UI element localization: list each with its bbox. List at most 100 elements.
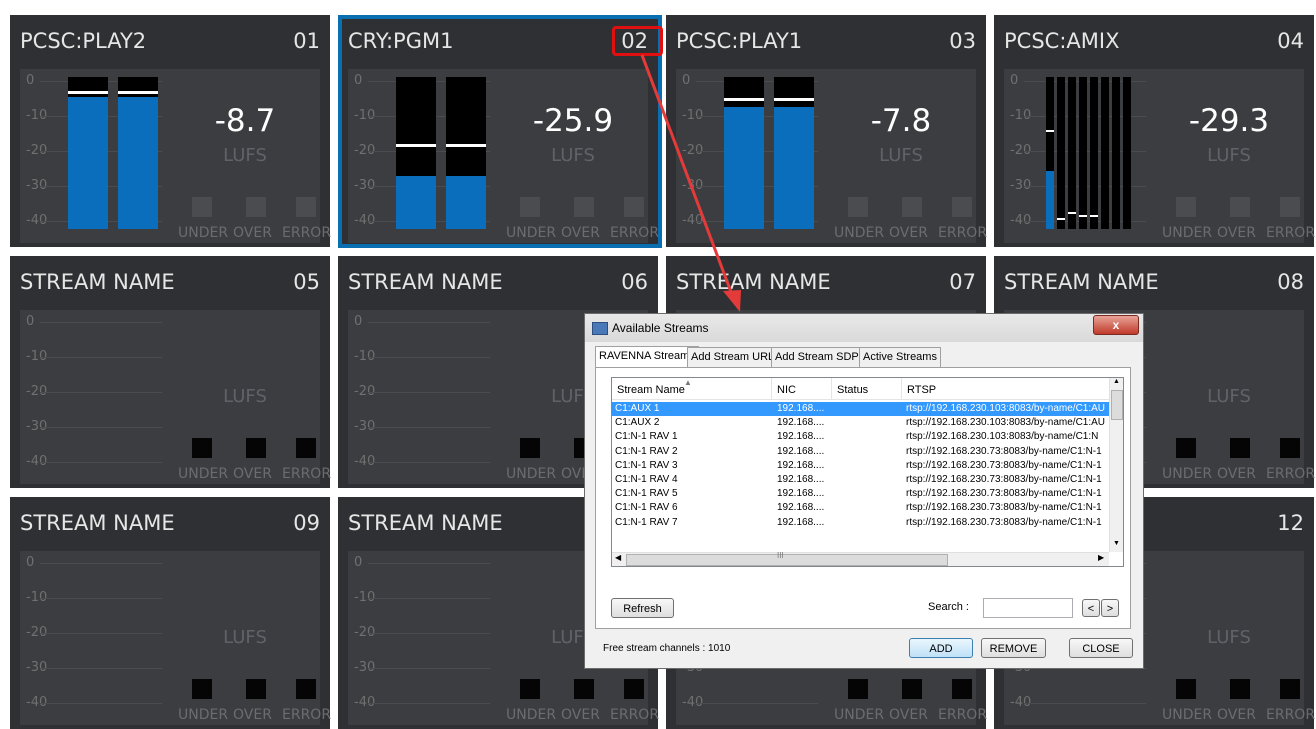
meter-tile[interactable]: CRY:PGM1 02 0 -10 -20 -30 -40 -25.9 LUFS UNDER OVE… xyxy=(338,15,659,247)
indicator-error xyxy=(1280,197,1300,217)
scale-label: 0 xyxy=(26,73,35,88)
indicator-under xyxy=(848,197,868,217)
table-row[interactable]: C1:N-1 RAV 6 192.168.... rtsp://192.168.23… xyxy=(612,501,1109,515)
stream-name: STREAM NAME xyxy=(348,270,503,294)
dialog-title-bar[interactable]: Available Streams x xyxy=(585,314,1143,342)
tab-active-streams[interactable]: Active Streams xyxy=(859,347,941,367)
scale-gridline xyxy=(368,598,490,599)
tile-number: 01 xyxy=(293,29,320,53)
indicator-label: ERROR xyxy=(282,225,332,241)
table-row[interactable]: C1:N-1 RAV 5 192.168.... rtsp://192.168.23… xyxy=(612,487,1109,501)
indicator-label: ERROR xyxy=(938,225,988,241)
stream-name: STREAM NAME xyxy=(676,270,831,294)
level-meter xyxy=(1123,77,1131,229)
peak-marker xyxy=(724,98,764,102)
meter-tile[interactable]: PCSC:AMIX 04 0 -10 -20 -30 -40 -29.3 LUFS UNDER OV… xyxy=(994,15,1315,247)
meter-tile[interactable]: PCSC:PLAY1 03 0 -10 -20 -30 -40 -7.8 LUFS UNDER OV… xyxy=(666,15,988,247)
scale-gridline xyxy=(40,668,162,669)
level-meter xyxy=(1112,77,1120,229)
indicator-label: OVER xyxy=(1217,225,1256,241)
scroll-down-icon[interactable]: ▼ xyxy=(1113,540,1120,547)
meter-tile[interactable]: STREAM NAME 05 0 -10 -20 -30 -40 LUFS UNDER OVER E… xyxy=(10,256,331,488)
indicator-label: ERROR xyxy=(610,707,660,723)
tile-number: 05 xyxy=(293,270,320,294)
vertical-scrollbar[interactable]: ▲ ▼ xyxy=(1109,378,1123,552)
cell-rtsp: rtsp://192.168.230.103:8083/by-name/C1:A… xyxy=(906,403,1106,414)
peak-marker xyxy=(396,143,436,147)
indicator-label: OVER xyxy=(233,225,272,241)
indicator-label: ERROR xyxy=(1266,707,1316,723)
tab-add-stream-url[interactable]: Add Stream URL xyxy=(687,347,779,367)
stream-name: PCSC:PLAY2 xyxy=(20,29,147,53)
table-row[interactable]: C1:N-1 RAV 7 192.168.... rtsp://192.168.23… xyxy=(612,516,1109,530)
indicator-error xyxy=(624,679,644,699)
scale-gridline xyxy=(368,392,490,393)
table-row[interactable]: C1:N-1 RAV 1 192.168.... rtsp://192.168.23… xyxy=(612,430,1109,444)
column-header-stream-name[interactable]: Stream Name ▲ xyxy=(612,378,772,399)
tab-ravenna-streams[interactable]: RAVENNA Streams xyxy=(595,346,699,368)
prev-button[interactable]: < xyxy=(1082,599,1100,617)
table-row[interactable]: C1:N-1 RAV 3 192.168.... rtsp://192.168.23… xyxy=(612,459,1109,473)
indicator-over xyxy=(902,197,922,217)
indicator-under xyxy=(1176,197,1196,217)
meter-tile[interactable]: STREAM NAME 09 0 -10 -20 -30 -40 LUFS UNDER OVER E… xyxy=(10,497,332,729)
refresh-button[interactable]: Refresh xyxy=(611,598,674,618)
indicator-label: ERROR xyxy=(1266,466,1316,482)
scroll-thumb[interactable] xyxy=(1111,390,1123,420)
column-label: Stream Name xyxy=(617,384,685,396)
window-close-button[interactable]: x xyxy=(1093,315,1139,335)
scroll-up-icon[interactable]: ▲ xyxy=(1113,378,1120,385)
callout-box xyxy=(612,26,663,56)
level-meter xyxy=(1057,77,1065,229)
tab-add-stream-sdp[interactable]: Add Stream SDP xyxy=(771,347,863,367)
indicator-label: UNDER xyxy=(178,466,229,482)
indicator-under xyxy=(1176,679,1196,699)
column-header-status[interactable]: Status xyxy=(832,378,902,399)
table-row[interactable]: C1:N-1 RAV 2 192.168.... rtsp://192.168.23… xyxy=(612,445,1109,459)
scale-gridline xyxy=(40,633,162,634)
loudness-unit: LUFS xyxy=(1207,386,1251,407)
table-header: Stream Name ▲ NIC Status RTSP xyxy=(612,378,1109,400)
sort-ascending-icon: ▲ xyxy=(684,378,692,387)
tile-header: PCSC:AMIX 04 xyxy=(994,15,1314,65)
level-meter xyxy=(446,77,486,229)
next-button[interactable]: > xyxy=(1101,599,1119,617)
indicator-under xyxy=(520,679,540,699)
meter-panel: 0 -10 -20 -30 -40 -25.9 LUFS UNDER OVER ERROR xyxy=(348,69,659,243)
add-button[interactable]: ADD xyxy=(909,638,973,658)
indicator-over xyxy=(246,197,266,217)
scale-gridline xyxy=(40,427,162,428)
indicator-label: UNDER xyxy=(506,707,557,723)
indicator-over xyxy=(246,679,266,699)
column-header-nic[interactable]: NIC xyxy=(772,378,832,399)
table-row[interactable]: C1:AUX 1 192.168.... rtsp://192.168.230.10… xyxy=(612,402,1109,416)
level-meter xyxy=(1090,77,1098,229)
cell-nic: 192.168.... xyxy=(777,431,825,443)
scale-gridline xyxy=(368,462,490,463)
horizontal-scrollbar[interactable]: ◀ III ▶ xyxy=(612,551,1109,566)
loudness-unit: LUFS xyxy=(223,145,267,166)
streams-table: Stream Name ▲ NIC Status RTSP C1:AUX 1 19… xyxy=(611,377,1124,567)
indicator-under xyxy=(520,197,540,217)
scroll-left-icon[interactable]: ◀ xyxy=(615,553,621,562)
table-row[interactable]: C1:AUX 2 192.168.... rtsp://192.168.230.10… xyxy=(612,416,1109,430)
indicator-label: ERROR xyxy=(282,707,332,723)
scale-gridline xyxy=(40,322,162,323)
close-button[interactable]: CLOSE xyxy=(1069,638,1133,658)
indicator-over xyxy=(1230,679,1250,699)
table-row[interactable]: C1:N-1 RAV 4 192.168.... rtsp://192.168.23… xyxy=(612,473,1109,487)
indicator-label: UNDER xyxy=(506,466,557,482)
scroll-right-icon[interactable]: ▶ xyxy=(1098,553,1104,562)
indicator-label: UNDER xyxy=(506,225,557,241)
level-meter xyxy=(1046,77,1054,229)
column-header-rtsp[interactable]: RTSP xyxy=(902,378,1109,399)
level-meter xyxy=(68,77,108,229)
scale-gridline xyxy=(40,703,162,704)
meter-tile[interactable]: PCSC:PLAY2 01 0 -10 -20 -30 -40 -8.7 LUFS UNDER OV… xyxy=(10,15,332,247)
stream-name: PCSC:PLAY1 xyxy=(676,29,803,53)
remove-button[interactable]: REMOVE xyxy=(981,638,1046,658)
search-input[interactable] xyxy=(983,598,1073,618)
scroll-thumb[interactable]: III xyxy=(626,551,948,566)
tile-number: 07 xyxy=(949,270,976,294)
tile-number: 09 xyxy=(293,511,320,535)
